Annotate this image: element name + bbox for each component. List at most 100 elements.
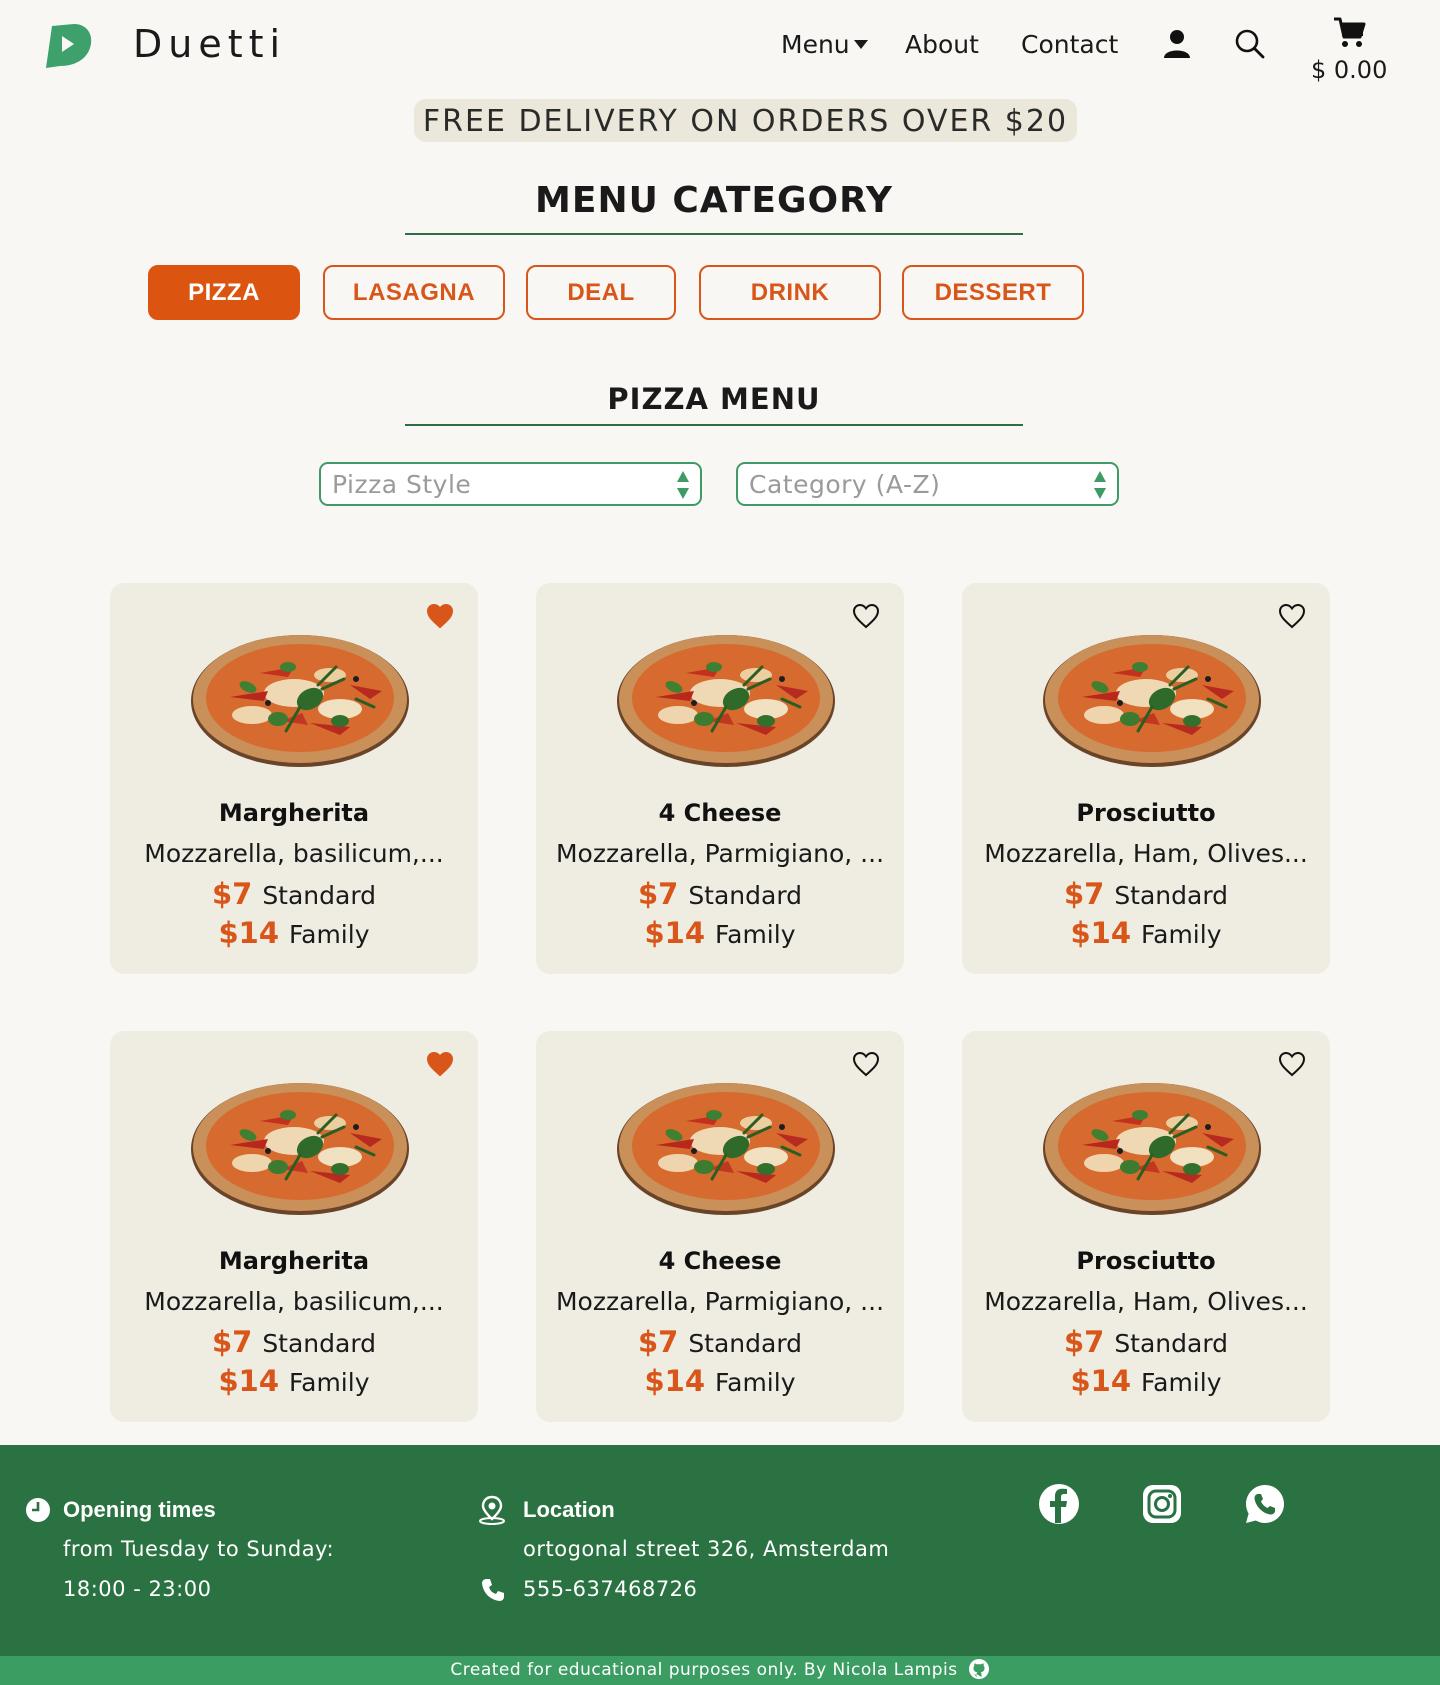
price-standard-amount: $7 <box>1063 877 1105 911</box>
pizza-card[interactable]: 4 Cheese Mozzarella, Parmigiano, ... $7 S… <box>536 1031 904 1422</box>
price-standard-amount: $7 <box>211 877 253 911</box>
category-sort-select[interactable]: Category (A-Z) <box>736 462 1119 506</box>
pizza-description: Mozzarella, basilicum,... <box>144 1287 444 1316</box>
pizza-name: Margherita <box>218 1247 370 1275</box>
whatsapp-icon[interactable] <box>1244 1483 1286 1525</box>
site-footer: Opening times from Tuesday to Sunday: 18… <box>0 1445 1440 1656</box>
phone-icon <box>482 1579 504 1601</box>
pizza-card[interactable]: Prosciutto Mozzarella, Ham, Olives... $7… <box>962 583 1330 974</box>
price-family-label: Family <box>715 1368 796 1397</box>
location-label: Location <box>523 1497 615 1522</box>
heart-icon[interactable] <box>426 1051 454 1077</box>
price-standard-label: Standard <box>262 881 377 910</box>
heart-icon[interactable] <box>426 603 454 629</box>
price-standard-label: Standard <box>1114 1329 1229 1358</box>
pizza-description: Mozzarella, Ham, Olives... <box>984 839 1308 868</box>
search-icon[interactable] <box>1234 28 1266 60</box>
category-lasagna-button[interactable]: LASAGNA <box>323 265 505 320</box>
credit-text: Created for educational purposes only. B… <box>450 1660 958 1680</box>
pizza-description: Mozzarella, basilicum,... <box>144 839 444 868</box>
pizza-name: 4 Cheese <box>658 799 782 827</box>
opening-times-label: Opening times <box>63 1497 216 1522</box>
nav-menu-label: Menu <box>781 30 850 59</box>
pizza-description: Mozzarella, Parmigiano, ... <box>555 839 885 868</box>
select-arrows-icon <box>1094 471 1106 499</box>
price-family[interactable]: $14 Family <box>110 1364 478 1398</box>
menu-category-title: MENU CATEGORY <box>535 180 893 221</box>
select-arrows-icon <box>677 471 689 499</box>
price-standard[interactable]: $7 Standard <box>536 877 904 911</box>
user-icon[interactable] <box>1162 28 1192 60</box>
pizza-card[interactable]: Margherita Mozzarella, basilicum,... $7 S… <box>110 1031 478 1422</box>
price-family[interactable]: $14 Family <box>962 916 1330 950</box>
price-standard[interactable]: $7 Standard <box>110 1325 478 1359</box>
category-pizza-button[interactable]: PIZZA <box>148 265 300 320</box>
divider <box>405 233 1023 235</box>
heart-icon[interactable] <box>1278 603 1306 629</box>
caret-down-icon <box>853 39 868 49</box>
cart-total[interactable]: $ 0.00 <box>1311 56 1387 84</box>
price-family-label: Family <box>1141 920 1222 949</box>
heart-icon[interactable] <box>852 603 880 629</box>
price-standard[interactable]: $7 Standard <box>962 1325 1330 1359</box>
price-family-label: Family <box>715 920 796 949</box>
price-family-amount: $14 <box>218 1364 280 1398</box>
credit-bar: Created for educational purposes only. B… <box>0 1656 1440 1685</box>
category-dessert-button[interactable]: DESSERT <box>902 265 1084 320</box>
price-family-amount: $14 <box>218 916 280 950</box>
pizza-image <box>617 635 835 767</box>
category-drink-button[interactable]: DRINK <box>699 265 881 320</box>
divider <box>405 424 1023 426</box>
price-standard-label: Standard <box>688 1329 803 1358</box>
github-icon[interactable] <box>968 1658 990 1680</box>
pizza-image <box>617 1083 835 1215</box>
nav-contact-link[interactable]: Contact <box>1021 30 1118 59</box>
pizza-image <box>191 1083 409 1215</box>
pizza-card[interactable]: Margherita Mozzarella, basilicum,... $7 S… <box>110 583 478 974</box>
instagram-icon[interactable] <box>1141 1483 1183 1525</box>
cart-icon[interactable] <box>1332 16 1366 50</box>
pizza-style-select[interactable]: Pizza Style <box>319 462 702 506</box>
heart-icon[interactable] <box>852 1051 880 1077</box>
price-family[interactable]: $14 Family <box>962 1364 1330 1398</box>
price-family[interactable]: $14 Family <box>536 1364 904 1398</box>
phone-number[interactable]: 555-637468726 <box>523 1577 697 1601</box>
pizza-image <box>1043 1083 1261 1215</box>
address: ortogonal street 326, Amsterdam <box>523 1537 890 1561</box>
price-family-label: Family <box>289 1368 370 1397</box>
clock-icon <box>26 1498 50 1522</box>
pizza-image <box>1043 635 1261 767</box>
duetti-logo-icon[interactable] <box>44 22 94 70</box>
price-standard-amount: $7 <box>637 877 679 911</box>
heart-icon[interactable] <box>1278 1051 1306 1077</box>
price-standard-amount: $7 <box>211 1325 253 1359</box>
price-family-amount: $14 <box>1070 916 1132 950</box>
nav-menu-dropdown[interactable]: Menu <box>781 30 868 59</box>
price-family-amount: $14 <box>644 1364 706 1398</box>
pizza-image <box>191 635 409 767</box>
nav-about-link[interactable]: About <box>905 30 979 59</box>
price-family[interactable]: $14 Family <box>536 916 904 950</box>
brand-name[interactable]: Duetti <box>133 22 286 66</box>
location-pin-icon <box>479 1495 505 1525</box>
delivery-banner: FREE DELIVERY ON ORDERS OVER $20 <box>414 99 1077 142</box>
price-standard[interactable]: $7 Standard <box>536 1325 904 1359</box>
pizza-name: Prosciutto <box>1076 1247 1216 1275</box>
pizza-card[interactable]: Prosciutto Mozzarella, Ham, Olives... $7… <box>962 1031 1330 1422</box>
price-family-label: Family <box>1141 1368 1222 1397</box>
price-standard[interactable]: $7 Standard <box>110 877 478 911</box>
price-family-amount: $14 <box>644 916 706 950</box>
pizza-menu-title: PIZZA MENU <box>607 382 821 416</box>
facebook-icon[interactable] <box>1038 1483 1080 1525</box>
category-deal-button[interactable]: DEAL <box>526 265 676 320</box>
price-standard[interactable]: $7 Standard <box>962 877 1330 911</box>
pizza-card[interactable]: 4 Cheese Mozzarella, Parmigiano, ... $7 S… <box>536 583 904 974</box>
price-standard-amount: $7 <box>1063 1325 1105 1359</box>
pizza-style-placeholder: Pizza Style <box>332 470 472 499</box>
price-family[interactable]: $14 Family <box>110 916 478 950</box>
category-sort-placeholder: Category (A-Z) <box>749 470 941 499</box>
price-standard-label: Standard <box>688 881 803 910</box>
pizza-description: Mozzarella, Parmigiano, ... <box>555 1287 885 1316</box>
pizza-name: Prosciutto <box>1076 799 1216 827</box>
pizza-name: 4 Cheese <box>658 1247 782 1275</box>
